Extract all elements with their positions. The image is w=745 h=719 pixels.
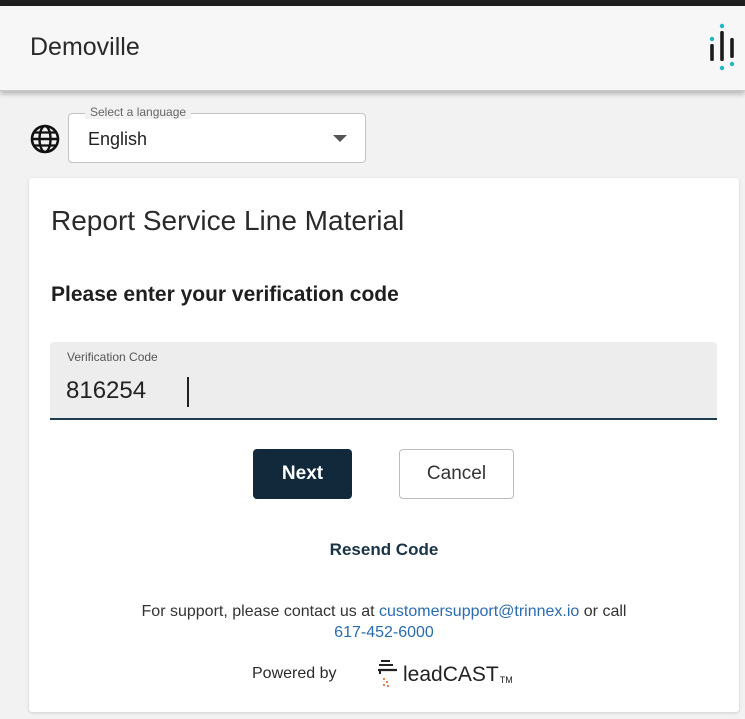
support-text: For support, please contact us at custom… bbox=[69, 601, 699, 643]
verification-code-field: Verification Code bbox=[50, 342, 717, 420]
faucet-icon bbox=[378, 660, 397, 688]
globe-icon bbox=[30, 124, 60, 154]
cancel-button[interactable]: Cancel bbox=[399, 449, 514, 499]
support-text-before: For support, please contact us at bbox=[141, 603, 375, 620]
leadcast-tm: TM bbox=[499, 675, 513, 685]
verification-prompt: Please enter your verification code bbox=[51, 283, 399, 306]
language-select[interactable]: Select a language English bbox=[68, 105, 366, 163]
leadcast-logo-text: leadCASTTM bbox=[403, 663, 513, 687]
text-caret bbox=[187, 377, 189, 407]
app-title: Demoville bbox=[30, 33, 140, 61]
trinnex-logo bbox=[709, 23, 735, 71]
powered-by-label: Powered by bbox=[252, 665, 337, 682]
logo-bar-right bbox=[730, 38, 734, 58]
app-header: Demoville bbox=[0, 6, 745, 91]
support-text-middle: or call bbox=[583, 603, 627, 620]
language-select-legend: Select a language bbox=[85, 105, 192, 119]
logo-bar-mid bbox=[720, 31, 724, 61]
logo-dot-mid-top bbox=[719, 23, 725, 29]
logo-dot-left-top bbox=[709, 36, 715, 42]
next-button[interactable]: Next bbox=[253, 449, 352, 499]
support-email-link[interactable]: customersupport@trinnex.io bbox=[379, 603, 579, 620]
language-selected-value: English bbox=[88, 129, 148, 149]
verification-code-label: Verification Code bbox=[67, 350, 158, 364]
support-phone-link[interactable]: 617-452-6000 bbox=[334, 624, 434, 641]
logo-dot-right-bottom bbox=[729, 61, 735, 67]
page-title: Report Service Line Material bbox=[51, 205, 405, 236]
verification-card: Report Service Line Material Please ente… bbox=[29, 178, 739, 712]
logo-dot-mid-bottom bbox=[719, 65, 725, 71]
logo-bar-left bbox=[710, 44, 714, 61]
resend-code-link[interactable]: Resend Code bbox=[29, 540, 739, 560]
chevron-down-icon bbox=[333, 135, 347, 142]
verification-code-input[interactable] bbox=[66, 374, 466, 408]
leadcast-cast: CAST bbox=[442, 663, 499, 686]
leadcast-lead: lead bbox=[403, 663, 443, 686]
